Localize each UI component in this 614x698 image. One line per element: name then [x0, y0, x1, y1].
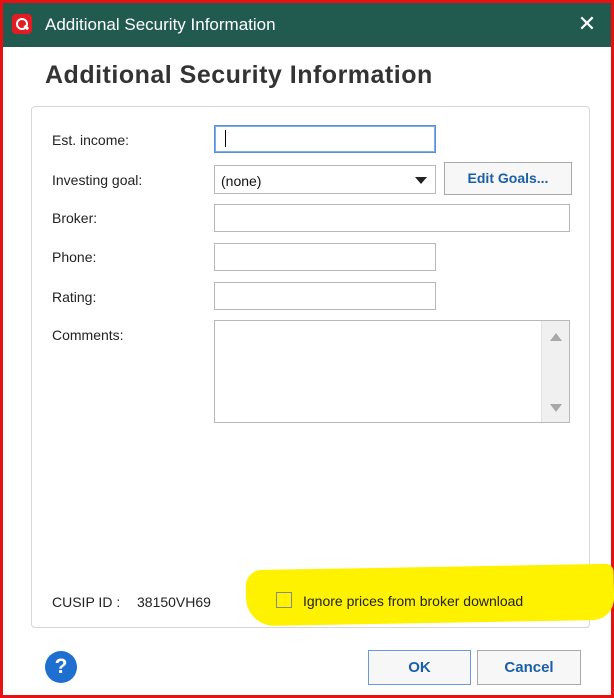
investing-goal-label: Investing goal: — [52, 172, 143, 188]
ignore-prices-checkbox[interactable] — [276, 592, 292, 608]
rating-input[interactable] — [214, 282, 436, 310]
dropdown-arrow-icon[interactable] — [415, 177, 427, 184]
ok-button[interactable]: OK — [368, 650, 471, 685]
close-icon[interactable]: ✕ — [573, 11, 601, 39]
cusip-value: 38150VH69 — [137, 594, 211, 610]
est-income-input[interactable] — [214, 125, 436, 153]
edit-goals-button[interactable]: Edit Goals... — [444, 162, 572, 195]
dialog-window: Additional Security Information ✕ Additi… — [0, 0, 614, 698]
investing-goal-dropdown[interactable]: (none) — [214, 165, 436, 194]
phone-label: Phone: — [52, 249, 97, 265]
comments-textarea[interactable] — [214, 320, 570, 423]
text-cursor — [225, 130, 226, 147]
title-bar: Additional Security Information ✕ — [3, 3, 611, 47]
phone-input[interactable] — [214, 243, 436, 271]
scroll-up-icon[interactable] — [550, 333, 562, 341]
broker-label: Broker: — [52, 210, 98, 226]
window-title: Additional Security Information — [45, 15, 276, 34]
rating-label: Rating: — [52, 289, 97, 305]
comments-label: Comments: — [52, 327, 124, 343]
cusip-label: CUSIP ID : — [52, 594, 121, 610]
investing-goal-value: (none) — [221, 173, 262, 189]
page-title: Additional Security Information — [45, 61, 433, 89]
est-income-label: Est. income: — [52, 132, 130, 148]
comments-scrollbar[interactable] — [541, 321, 569, 422]
broker-input[interactable] — [214, 204, 570, 232]
app-logo-icon — [12, 14, 32, 34]
cancel-button[interactable]: Cancel — [477, 650, 581, 685]
help-icon[interactable]: ? — [45, 651, 77, 683]
scroll-down-icon[interactable] — [550, 404, 562, 412]
ignore-prices-label[interactable]: Ignore prices from broker download — [303, 593, 523, 609]
